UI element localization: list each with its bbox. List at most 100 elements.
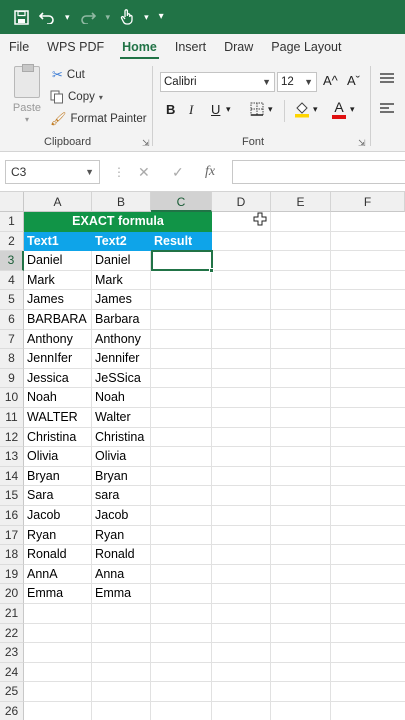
cell-text1[interactable]: AnnA — [24, 565, 92, 585]
cell-text1[interactable]: Noah — [24, 388, 92, 408]
cell-text2[interactable]: Jacob — [92, 506, 151, 526]
fill-color-button[interactable] — [294, 100, 310, 121]
underline-dropdown-icon[interactable]: ▾ — [226, 104, 231, 115]
row-header-13[interactable]: 13 — [0, 447, 24, 467]
row-header-21[interactable]: 21 — [0, 604, 24, 624]
formula-input[interactable] — [232, 160, 405, 184]
column-header-b[interactable]: B — [92, 192, 151, 212]
row-header-9[interactable]: 9 — [0, 368, 24, 389]
italic-button[interactable]: I — [189, 102, 193, 118]
cell-text2[interactable]: Olivia — [92, 447, 151, 467]
row-header-23[interactable]: 23 — [0, 643, 24, 663]
cell-text1[interactable]: Olivia — [24, 447, 92, 467]
cell-text2[interactable]: Ronald — [92, 545, 151, 565]
font-color-button[interactable]: A — [332, 100, 346, 119]
row-header-24[interactable]: 24 — [0, 662, 24, 683]
column-header-c[interactable]: C — [151, 192, 212, 212]
row-header-16[interactable]: 16 — [0, 506, 24, 526]
cell-text1[interactable]: Daniel — [24, 251, 92, 271]
row-header-8[interactable]: 8 — [0, 349, 24, 369]
cell-text2[interactable]: Christina — [92, 428, 151, 448]
cell-text2[interactable]: James — [92, 290, 151, 310]
cell-text2[interactable]: Daniel — [92, 251, 151, 271]
row-header-1[interactable]: 1 — [0, 212, 24, 232]
save-icon[interactable] — [14, 9, 29, 25]
active-cell-selection[interactable] — [151, 250, 213, 272]
format-painter-button[interactable]: 🖌 Format Painter — [50, 111, 147, 127]
merged-title-cell[interactable]: EXACT formula — [24, 212, 212, 232]
cell-text1[interactable]: BARBARA — [24, 310, 92, 330]
column-header-d[interactable]: D — [212, 192, 271, 212]
paste-button[interactable]: Paste ▾ — [10, 64, 44, 124]
cell-text1[interactable]: Ronald — [24, 545, 92, 565]
tab-wps-pdf[interactable]: WPS PDF — [38, 34, 113, 60]
row-header-3[interactable]: 3 — [0, 251, 24, 271]
shrink-font-button[interactable]: Aˇ — [347, 73, 360, 88]
select-all-corner[interactable] — [0, 192, 24, 212]
redo-dropdown-icon[interactable]: ▾ — [106, 12, 111, 22]
tab-draw[interactable]: Draw — [215, 34, 262, 60]
insert-function-icon[interactable]: fx — [205, 164, 215, 180]
row-header-2[interactable]: 2 — [0, 231, 24, 252]
cell-text1[interactable]: Sara — [24, 486, 92, 506]
spreadsheet-grid[interactable]: A B C D E F 1 2 3 4 5 6 7 8 9 10 11 12 13 14 15 16 17 18 19 20 21 2… — [0, 192, 405, 720]
font-color-dropdown-icon[interactable]: ▾ — [350, 104, 355, 115]
cell-text2[interactable]: Noah — [92, 388, 151, 408]
cell-text1[interactable]: James — [24, 290, 92, 310]
borders-dropdown-icon[interactable]: ▾ — [268, 104, 273, 115]
touch-dropdown-icon[interactable]: ▾ — [144, 12, 149, 22]
row-header-10[interactable]: 10 — [0, 388, 24, 408]
row-header-18[interactable]: 18 — [0, 545, 24, 565]
redo-icon[interactable] — [80, 10, 96, 24]
enter-icon[interactable]: ✓ — [172, 164, 184, 181]
tab-insert[interactable]: Insert — [166, 34, 215, 60]
row-header-19[interactable]: 19 — [0, 564, 24, 585]
font-launcher-icon[interactable]: ⇲ — [358, 138, 366, 149]
cell-text1[interactable]: Emma — [24, 584, 92, 604]
cell-text2[interactable]: Jennifer — [92, 349, 151, 369]
cell-text1[interactable]: WALTER — [24, 408, 92, 428]
underline-button[interactable]: U — [211, 102, 220, 117]
name-box[interactable]: C3 ▼ — [5, 160, 100, 184]
cell-text2[interactable]: Ryan — [92, 526, 151, 546]
row-header-20[interactable]: 20 — [0, 584, 24, 604]
tab-page-layout[interactable]: Page Layout — [262, 34, 350, 60]
cut-button[interactable]: ✂ Cut — [52, 67, 85, 83]
header-cell-text1[interactable]: Text1 — [24, 231, 92, 252]
row-header-26[interactable]: 26 — [0, 702, 24, 720]
cell-text1[interactable]: JennIfer — [24, 349, 92, 369]
align-left-icon[interactable] — [380, 103, 394, 115]
cell-text2[interactable]: Anna — [92, 565, 151, 585]
cell-text2[interactable]: JeSSica — [92, 369, 151, 389]
cell-text1[interactable]: Ryan — [24, 526, 92, 546]
tab-home[interactable]: Home — [113, 34, 166, 60]
cell-text2[interactable]: Walter — [92, 408, 151, 428]
grow-font-button[interactable]: A^ — [323, 73, 338, 88]
row-header-22[interactable]: 22 — [0, 623, 24, 644]
bold-button[interactable]: B — [166, 102, 175, 117]
cell-text2[interactable]: Bryan — [92, 467, 151, 487]
row-header-14[interactable]: 14 — [0, 466, 24, 487]
copy-dropdown-icon[interactable]: ▾ — [99, 93, 103, 102]
paste-dropdown-icon[interactable]: ▾ — [10, 115, 44, 124]
cell-text1[interactable]: Jessica — [24, 369, 92, 389]
cell-text2[interactable]: Anthony — [92, 330, 151, 350]
row-header-5[interactable]: 5 — [0, 290, 24, 310]
cell-text1[interactable]: Mark — [24, 271, 92, 291]
cell-text2[interactable]: sara — [92, 486, 151, 506]
row-header-7[interactable]: 7 — [0, 329, 24, 350]
cancel-icon[interactable]: ✕ — [138, 164, 150, 181]
borders-button[interactable] — [250, 102, 264, 119]
column-header-e[interactable]: E — [271, 192, 331, 212]
row-header-17[interactable]: 17 — [0, 525, 24, 546]
column-header-a[interactable]: A — [24, 192, 92, 212]
row-header-12[interactable]: 12 — [0, 427, 24, 448]
row-header-6[interactable]: 6 — [0, 310, 24, 330]
row-header-15[interactable]: 15 — [0, 486, 24, 506]
cell-text1[interactable]: Christina — [24, 428, 92, 448]
cell-text2[interactable]: Mark — [92, 271, 151, 291]
font-size-select[interactable]: 12 ▼ — [277, 72, 317, 92]
undo-dropdown-icon[interactable]: ▾ — [65, 12, 70, 22]
header-cell-result[interactable]: Result — [151, 231, 212, 252]
clipboard-launcher-icon[interactable]: ⇲ — [142, 138, 150, 149]
